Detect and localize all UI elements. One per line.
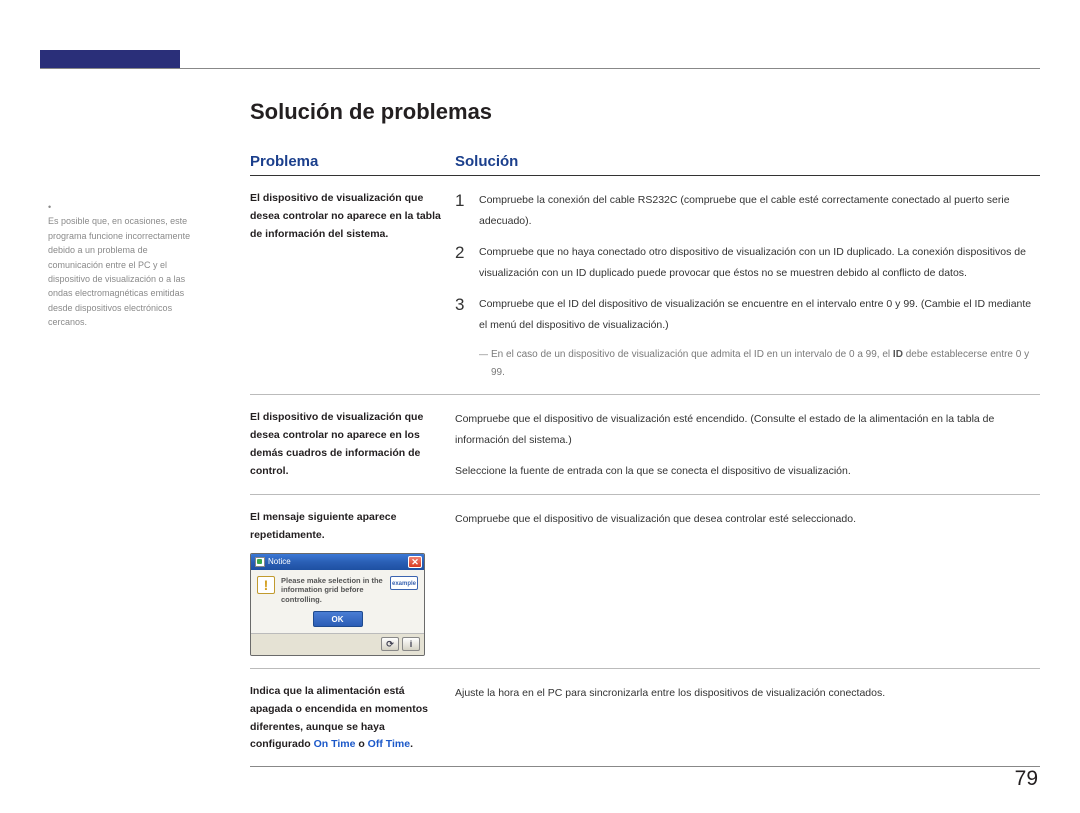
off-time-label: Off Time	[368, 738, 410, 750]
table-row: El dispositivo de visualización que dese…	[250, 190, 1040, 382]
problem-text: El dispositivo de visualización que dese…	[250, 409, 455, 482]
close-icon[interactable]: ✕	[408, 556, 422, 568]
subnote-pre: En el caso de un dispositivo de visualiz…	[491, 349, 893, 360]
header-solucion: Solución	[455, 153, 518, 170]
notice-dialog: Notice ✕ ! Please make selection in the …	[250, 553, 425, 656]
example-badge: example	[390, 576, 418, 590]
step-number: 1	[455, 190, 479, 232]
problem-cell: Indica que la alimentación está apagada …	[250, 683, 455, 754]
problem-text: El mensaje siguiente aparece repetidamen…	[250, 509, 445, 545]
side-note: • Es posible que, en ocasiones, este pro…	[48, 200, 213, 330]
conj: o	[355, 738, 367, 750]
on-time-label: On Time	[314, 738, 356, 750]
dialog-message: Please make selection in the information…	[281, 576, 384, 605]
dialog-footer: ⟳ i	[251, 633, 424, 655]
step-number: 3	[455, 294, 479, 336]
side-note-text: Es posible que, en ocasiones, este progr…	[48, 214, 203, 329]
info-icon[interactable]: i	[402, 637, 420, 651]
step-text: Compruebe que el ID del dispositivo de v…	[479, 294, 1040, 336]
separator	[250, 668, 1040, 669]
solution-text: Compruebe que el dispositivo de visualiz…	[455, 509, 1040, 656]
dialog-buttons: OK	[251, 611, 424, 633]
page-title: Solución de problemas	[250, 99, 1040, 125]
rule-bottom	[250, 766, 1040, 767]
dialog-body: ! Please make selection in the informati…	[251, 570, 424, 611]
step-number: 2	[455, 242, 479, 284]
list-item: 1 Compruebe la conexión del cable RS232C…	[455, 190, 1040, 232]
dialog-title-left: Notice	[255, 555, 291, 569]
bullet-icon: •	[48, 200, 56, 214]
solution-cell: Compruebe que el dispositivo de visualiz…	[455, 409, 1040, 482]
page-number: 79	[1015, 767, 1038, 791]
section-marker	[40, 50, 180, 68]
header-problema: Problema	[250, 153, 455, 170]
refresh-icon[interactable]: ⟳	[381, 637, 399, 651]
step-text: Compruebe que no haya conectado otro dis…	[479, 242, 1040, 284]
solution-cell: 1 Compruebe la conexión del cable RS232C…	[455, 190, 1040, 382]
step-text: Compruebe la conexión del cable RS232C (…	[479, 190, 1040, 232]
table-row: Indica que la alimentación está apagada …	[250, 683, 1040, 754]
warning-icon: !	[257, 576, 275, 594]
program-icon	[255, 557, 265, 567]
separator	[250, 394, 1040, 395]
table-row: El mensaje siguiente aparece repetidamen…	[250, 509, 1040, 656]
subnote-bold: ID	[893, 349, 903, 360]
problem-text: El dispositivo de visualización que dese…	[250, 190, 455, 382]
problem-cell: El mensaje siguiente aparece repetidamen…	[250, 509, 455, 656]
column-headers: Problema Solución	[250, 153, 1040, 176]
solution-text: Compruebe que el dispositivo de visualiz…	[455, 409, 1040, 451]
solution-text: Ajuste la hora en el PC para sincronizar…	[455, 683, 1040, 754]
solution-text: Seleccione la fuente de entrada con la q…	[455, 461, 1040, 482]
dialog-titlebar: Notice ✕	[251, 554, 424, 570]
dot: .	[410, 738, 413, 750]
table-row: El dispositivo de visualización que dese…	[250, 409, 1040, 482]
sub-note: En el caso de un dispositivo de visualiz…	[483, 346, 1040, 382]
list-item: 2 Compruebe que no haya conectado otro d…	[455, 242, 1040, 284]
dialog-title: Notice	[268, 555, 291, 569]
main-content: Solución de problemas Problema Solución …	[250, 69, 1040, 767]
ok-button[interactable]: OK	[313, 611, 363, 627]
separator	[250, 494, 1040, 495]
list-item: 3 Compruebe que el ID del dispositivo de…	[455, 294, 1040, 336]
